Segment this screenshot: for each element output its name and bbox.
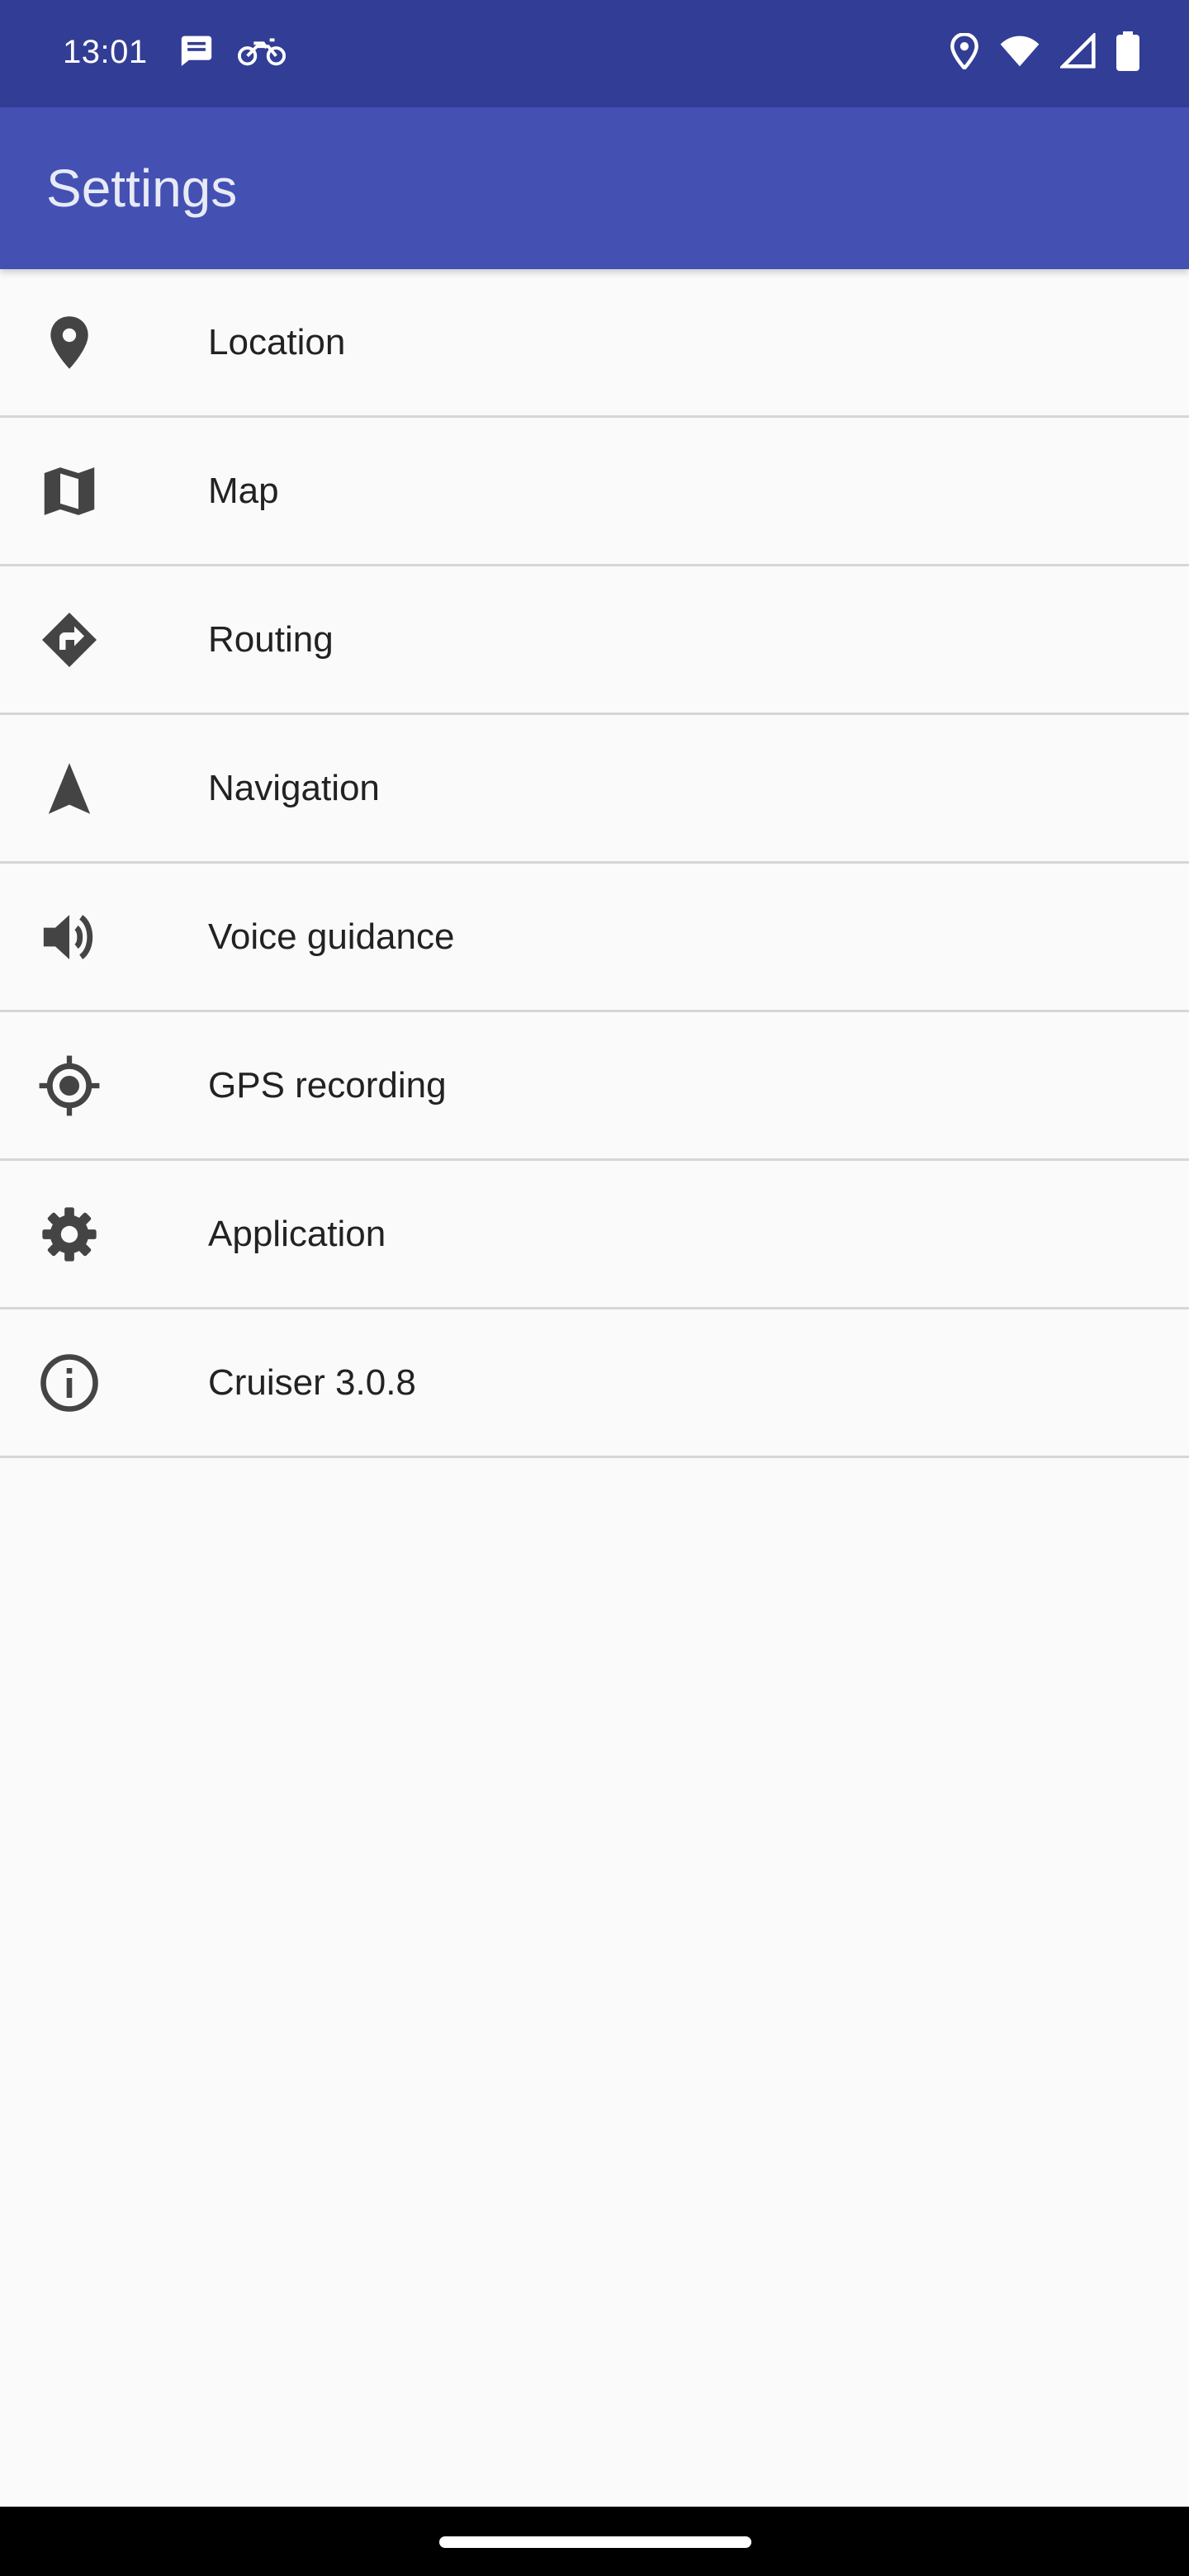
volume-icon <box>35 902 104 972</box>
message-icon <box>178 33 215 66</box>
home-gesture-handle[interactable] <box>439 2536 751 2548</box>
app-bar: Settings <box>0 107 1189 269</box>
settings-item-label: Application <box>208 1213 386 1254</box>
settings-list: Location Map Routing Navigation Voice gu… <box>0 269 1189 1458</box>
battery-icon <box>1116 31 1139 71</box>
settings-item-about[interactable]: Cruiser 3.0.8 <box>0 1309 1189 1458</box>
settings-item-location[interactable]: Location <box>0 269 1189 418</box>
wifi-icon <box>999 35 1040 68</box>
gear-icon <box>35 1200 104 1269</box>
system-navigation-bar <box>0 2507 1189 2576</box>
settings-item-label: Map <box>208 470 279 511</box>
settings-item-label: Location <box>208 321 346 362</box>
status-time: 13:01 <box>63 34 148 70</box>
settings-item-label: Cruiser 3.0.8 <box>208 1361 416 1403</box>
settings-screen: 13:01 Settings Location Map Routing Navi… <box>0 0 1189 2576</box>
status-left-icons <box>178 33 286 66</box>
gps-fixed-icon <box>35 1051 104 1120</box>
settings-item-gps-recording[interactable]: GPS recording <box>0 1012 1189 1161</box>
settings-item-navigation[interactable]: Navigation <box>0 715 1189 864</box>
cell-signal-icon <box>1060 33 1097 69</box>
settings-item-label: Routing <box>208 618 334 660</box>
status-bar: 13:01 <box>0 0 1189 107</box>
settings-item-voice-guidance[interactable]: Voice guidance <box>0 864 1189 1012</box>
map-icon <box>35 457 104 526</box>
settings-item-label: Navigation <box>208 767 380 808</box>
settings-item-routing[interactable]: Routing <box>0 566 1189 715</box>
settings-item-map[interactable]: Map <box>0 418 1189 566</box>
info-icon <box>35 1348 104 1418</box>
status-right-icons <box>950 31 1139 71</box>
location-pin-icon <box>35 308 104 377</box>
settings-item-application[interactable]: Application <box>0 1161 1189 1309</box>
location-pin-icon <box>950 33 979 69</box>
settings-item-label: Voice guidance <box>208 916 455 957</box>
settings-item-label: GPS recording <box>208 1064 447 1106</box>
turn-right-icon <box>35 605 104 675</box>
motorcycle-icon <box>238 33 286 66</box>
navigation-arrow-icon <box>35 754 104 823</box>
page-title: Settings <box>46 159 238 218</box>
